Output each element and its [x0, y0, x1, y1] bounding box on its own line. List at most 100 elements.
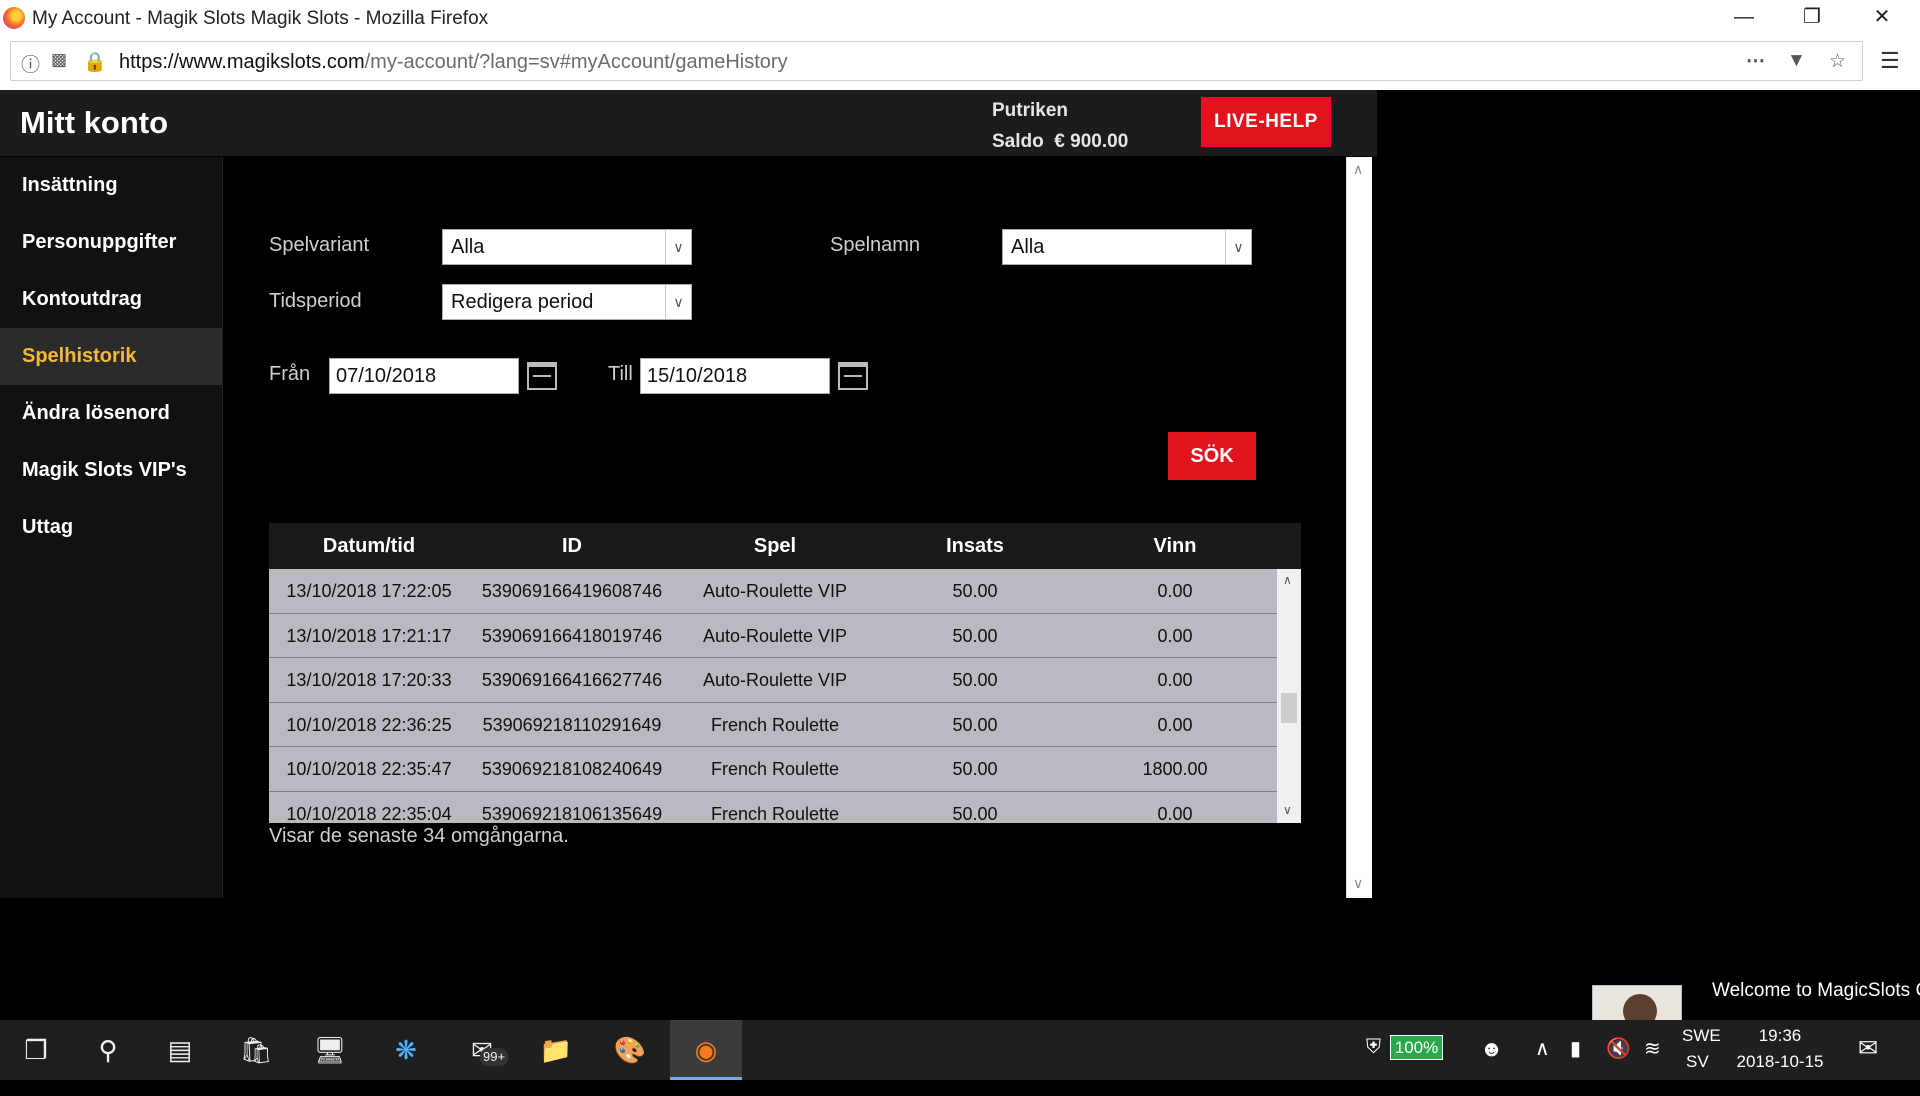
bookmark-star-icon[interactable]: ☆: [1829, 50, 1846, 73]
variant-select-value: Alla: [451, 236, 485, 258]
paint-icon[interactable]: 🎨: [594, 1020, 666, 1080]
account-sidebar: Insättning Personuppgifter Kontoutdrag S…: [0, 157, 223, 898]
table-row[interactable]: 13/10/2018 17:20:33 539069166416627746 A…: [269, 658, 1277, 703]
scroll-up-icon[interactable]: ∧: [1283, 573, 1292, 587]
lock-icon[interactable]: 🔒: [83, 50, 107, 74]
cell-win: 0.00: [1157, 625, 1193, 646]
window-title: My Account - Magik Slots Magik Slots - M…: [32, 8, 489, 29]
clock-date: 2018-10-15: [1736, 1052, 1824, 1071]
variant-select[interactable]: Alla ∨: [442, 229, 692, 265]
calendar-icon[interactable]: [527, 362, 557, 390]
table-row[interactable]: 13/10/2018 17:21:17 539069166418019746 A…: [269, 614, 1277, 658]
settings-app-icon[interactable]: ❋: [370, 1020, 442, 1080]
to-label: Till: [608, 363, 633, 385]
language-indicator[interactable]: SWE SV: [1682, 1026, 1721, 1086]
scroll-down-icon[interactable]: ∨: [1283, 803, 1292, 817]
live-help-button[interactable]: LIVE-HELP: [1201, 97, 1331, 147]
task-view-icon[interactable]: ▤: [144, 1020, 216, 1080]
from-date-input[interactable]: 07/10/2018: [329, 358, 519, 394]
cell-datetime: 10/10/2018 22:35:04: [286, 803, 452, 824]
to-date-input[interactable]: 15/10/2018: [640, 358, 830, 394]
table-header: Datum/tid ID Spel Insats Vinn: [269, 523, 1301, 569]
game-name-select[interactable]: Alla ∨: [1002, 229, 1252, 265]
scrollbar-thumb[interactable]: [1281, 693, 1297, 723]
pocket-icon[interactable]: ▼: [1787, 50, 1806, 72]
table-row[interactable]: 10/10/2018 22:35:04 539069218106135649 F…: [269, 792, 1277, 824]
table-row[interactable]: 10/10/2018 22:35:47 539069218108240649 F…: [269, 747, 1277, 792]
sidebar-item-deposit[interactable]: Insättning: [0, 157, 222, 214]
scroll-up-icon[interactable]: ∧: [1353, 161, 1363, 178]
column-header[interactable]: ID: [469, 523, 675, 569]
clock-time: 19:36: [1758, 1026, 1802, 1045]
calendar-icon[interactable]: [838, 362, 868, 390]
period-select[interactable]: Redigera period ∨: [442, 284, 692, 320]
mail-icon[interactable]: ✉99+: [446, 1020, 518, 1080]
cell-bet: 50.00: [952, 714, 998, 735]
cell-datetime: 13/10/2018 17:22:05: [286, 581, 452, 601]
url-bar[interactable]: ⓘ ▩ 🔒 https://www.magikslots.com/my-acco…: [10, 41, 1863, 81]
sidebar-item-change-password[interactable]: Ändra lösenord: [0, 385, 222, 442]
game-history-panel: Spelvariant Alla ∨ Spelnamn Alla ∨ Tidsp…: [223, 157, 1346, 898]
variant-label: Spelvariant: [269, 234, 370, 256]
page-scrollbar[interactable]: ∧ ∨: [1346, 157, 1372, 898]
people-icon[interactable]: ☻: [1480, 1036, 1503, 1096]
sidebar-item-withdraw[interactable]: Uttag: [0, 499, 222, 556]
restore-button[interactable]: ❐: [1776, 0, 1848, 36]
cell-game: French Roulette: [710, 803, 840, 824]
sidebar-item-statement[interactable]: Kontoutdrag: [0, 271, 222, 328]
cell-datetime: 13/10/2018 17:20:33: [286, 670, 452, 690]
agent-photo-icon: [1623, 994, 1657, 1020]
cell-game: Auto-Roulette VIP: [702, 670, 848, 690]
page: Mitt konto Putriken Saldo € 900.00 LIVE-…: [0, 90, 1377, 898]
sidebar-item-personal-details[interactable]: Personuppgifter: [0, 214, 222, 271]
minimize-button[interactable]: —: [1708, 0, 1780, 36]
close-window-button[interactable]: ✕: [1846, 0, 1918, 36]
firefox-taskbar-icon[interactable]: ◉: [670, 1020, 742, 1080]
column-header[interactable]: Spel: [675, 523, 875, 569]
chat-avatar[interactable]: [1592, 985, 1682, 1021]
scroll-down-icon[interactable]: ∨: [1353, 875, 1363, 892]
url-text[interactable]: https://www.magikslots.com/my-account/?l…: [119, 51, 788, 74]
table-body: 13/10/2018 17:22:05 539069166419608746 A…: [269, 569, 1277, 823]
cell-bet: 50.00: [952, 581, 998, 601]
cell-id: 539069166419608746: [481, 581, 663, 601]
permissions-icon[interactable]: ▩: [51, 50, 67, 70]
column-header[interactable]: Vinn: [1075, 523, 1275, 569]
file-explorer-icon[interactable]: 📁: [520, 1020, 592, 1080]
store-icon[interactable]: 🛍: [220, 1020, 292, 1080]
lenovo-app-icon[interactable]: 🖥: [294, 1020, 366, 1080]
table-scrollbar[interactable]: ∧ ∨: [1277, 569, 1301, 823]
column-header[interactable]: Insats: [875, 523, 1075, 569]
chat-welcome-message[interactable]: Welcome to MagicSlots C: [1712, 980, 1920, 1002]
notifications-icon[interactable]: ✉: [1858, 1034, 1878, 1094]
power-icon[interactable]: ▮: [1570, 1036, 1581, 1096]
wifi-icon[interactable]: ≋: [1644, 1036, 1661, 1096]
windows-start-icon[interactable]: ❒: [0, 1020, 72, 1080]
sidebar-item-vip[interactable]: Magik Slots VIP's: [0, 442, 222, 499]
volume-muted-icon[interactable]: 🔇: [1606, 1036, 1631, 1096]
show-hidden-icons-icon[interactable]: ∧: [1535, 1036, 1550, 1096]
navigation-bar: ⓘ ▩ 🔒 https://www.magikslots.com/my-acco…: [0, 36, 1920, 90]
cell-win: 0.00: [1157, 714, 1193, 735]
search-icon[interactable]: ⚲: [72, 1020, 144, 1080]
clock[interactable]: 19:36 2018-10-15: [1735, 1026, 1825, 1086]
menu-hamburger-icon[interactable]: ☰: [1880, 48, 1900, 74]
column-header[interactable]: Datum/tid: [269, 523, 469, 569]
sidebar-item-game-history[interactable]: Spelhistorik: [0, 328, 222, 385]
from-label: Från: [269, 363, 311, 385]
period-select-value: Redigera period: [451, 291, 594, 313]
cell-id: 539069166418019746: [481, 625, 663, 646]
search-button[interactable]: SÖK: [1168, 432, 1256, 480]
firefox-logo-icon: [3, 7, 25, 29]
chevron-down-icon[interactable]: ∨: [665, 230, 691, 264]
info-icon[interactable]: ⓘ: [21, 50, 40, 77]
table-row[interactable]: 13/10/2018 17:22:05 539069166419608746 A…: [269, 569, 1277, 614]
game-name-label: Spelnamn: [830, 234, 921, 256]
table-row[interactable]: 10/10/2018 22:36:25 539069218110291649 F…: [269, 703, 1277, 747]
battery-tray[interactable]: ⛨ 100%: [1366, 1035, 1444, 1096]
chevron-down-icon[interactable]: ∨: [665, 285, 691, 319]
chevron-down-icon[interactable]: ∨: [1225, 230, 1251, 264]
cell-bet: 50.00: [952, 759, 998, 779]
cell-win: 0.00: [1157, 670, 1193, 690]
page-actions-icon[interactable]: ⋯: [1746, 50, 1765, 73]
